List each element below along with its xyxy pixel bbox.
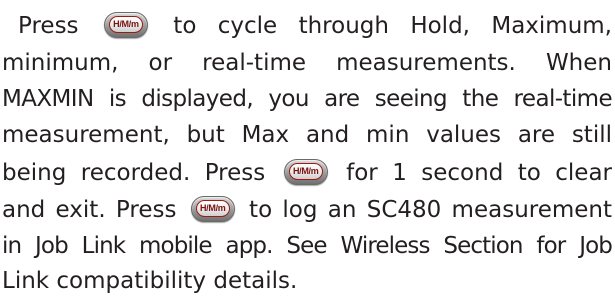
text-line-3: MAXMIN is displayed, you are seeing the …	[2, 84, 613, 114]
text-segment: to cycle through Hold, Maximum,	[173, 13, 612, 39]
text-segment: minimum, or real-time measurements. When	[2, 50, 612, 76]
text-segment: Press	[18, 13, 79, 39]
text-line-4: measurement, but Max and min values are …	[2, 120, 612, 150]
text-line-6: and exit. Press H/M/m to log an SC480 me…	[2, 195, 612, 225]
text-line-5: being recorded. Press H/M/m for 1 second…	[2, 158, 612, 188]
instruction-paragraph: Press H/M/m to cycle through Hold, Maxim…	[0, 0, 615, 303]
button-label: H/M/m	[288, 162, 323, 180]
text-segment: Link compatibility details.	[2, 268, 298, 294]
text-line-2: minimum, or real-time measurements. When	[2, 48, 612, 78]
text-segment: for 1 second to clear	[346, 160, 612, 186]
text-segment: in Job Link mobile app. See Wireless Sec…	[2, 233, 613, 259]
text-segment: being recorded. Press	[2, 160, 266, 186]
text-segment: measurement, but Max and min values are …	[2, 122, 612, 148]
hold-max-min-button-icon: H/M/m	[190, 195, 235, 222]
text-line-8: Link compatibility details.	[2, 266, 297, 296]
text-line-7: in Job Link mobile app. See Wireless Sec…	[2, 231, 613, 261]
text-segment: MAXMIN is displayed, you are seeing the …	[2, 86, 613, 112]
text-segment: and exit. Press	[2, 197, 177, 223]
hold-max-min-button-icon: H/M/m	[283, 158, 328, 185]
hold-max-min-button-icon: H/M/m	[103, 11, 148, 38]
text-segment: to log an SC480 measurement	[249, 197, 613, 223]
button-label: H/M/m	[195, 199, 230, 217]
button-label: H/M/m	[108, 15, 143, 33]
text-line-1: Press H/M/m to cycle through Hold, Maxim…	[18, 11, 612, 41]
